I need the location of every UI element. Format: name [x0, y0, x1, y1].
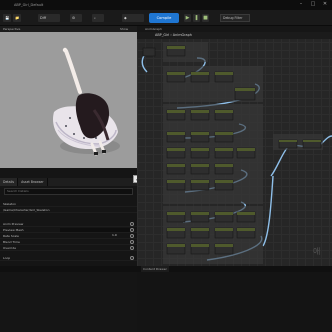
- class-settings-button[interactable]: ◆: [122, 14, 144, 22]
- tab-details[interactable]: Details: [0, 178, 19, 186]
- reset-icon[interactable]: [130, 222, 134, 226]
- reset-icon[interactable]: [130, 256, 134, 260]
- details-tabs: Details Asset Browser: [0, 178, 137, 186]
- minimize-icon[interactable]: –: [298, 2, 304, 7]
- content-drawer-button[interactable]: Content Drawer: [141, 266, 169, 272]
- preview-viewport[interactable]: Perspective Show: [0, 26, 137, 168]
- property-label: Blend Time: [3, 240, 20, 244]
- search-button[interactable]: ⌕: [92, 14, 104, 22]
- reset-icon[interactable]: [130, 246, 134, 250]
- compile-button[interactable]: Compile: [149, 13, 179, 23]
- property-label: Anim Preview: [3, 222, 24, 226]
- property-label: Rate Scale: [3, 234, 19, 238]
- property-value[interactable]: [60, 228, 130, 232]
- pause-icon[interactable]: ❚: [193, 14, 200, 22]
- close-icon[interactable]: ✕: [322, 2, 328, 7]
- debug-filter-dropdown[interactable]: Debug Filter: [220, 14, 250, 22]
- browse-button[interactable]: 📁: [13, 14, 21, 22]
- save-button[interactable]: 💾: [3, 14, 11, 22]
- details-panel: Details Asset Browser Search Details Ske…: [0, 168, 137, 332]
- breadcrumb: ABP_Girl › AnimGraph: [137, 32, 332, 39]
- property-label: Skeleton: [3, 202, 16, 206]
- asset-tab[interactable]: ABP_Girl_Default: [14, 3, 43, 7]
- window-controls: – □ ✕: [298, 2, 328, 7]
- play-icon[interactable]: ▶: [184, 14, 191, 22]
- property-label: /Game/Character/Girl_Skeleton: [3, 208, 50, 212]
- property-row[interactable]: Override: [0, 245, 137, 251]
- property-label: Loop: [3, 256, 11, 260]
- details-search-input[interactable]: Search Details: [4, 188, 133, 195]
- anim-graph-canvas[interactable]: [137, 26, 332, 266]
- title-bar: ABP_Girl_Default – □ ✕: [0, 0, 332, 10]
- property-row[interactable]: /Game/Character/Girl_Skeleton: [0, 207, 137, 213]
- property-label: Preview Mesh: [3, 228, 24, 232]
- reset-icon[interactable]: [130, 234, 134, 238]
- diff-button[interactable]: Diff: [38, 14, 60, 22]
- reset-icon[interactable]: [130, 240, 134, 244]
- reset-icon[interactable]: [130, 228, 134, 232]
- graph-nodes: [141, 42, 332, 264]
- main-toolbar: 💾 📁 Diff ⚙ ⌕ ◆ Compile ▶ ❚ ■ Debug Filte…: [0, 10, 332, 26]
- watermark-glyph: 애: [313, 247, 321, 256]
- rate-scale-value[interactable]: 1.0: [112, 233, 117, 237]
- character-preview-image: [53, 47, 120, 156]
- maximize-icon[interactable]: □: [310, 2, 316, 7]
- property-label: Override: [3, 246, 16, 250]
- stop-icon[interactable]: ■: [202, 14, 209, 22]
- settings-button[interactable]: ⚙: [70, 14, 82, 22]
- status-bar: Content Drawer: [0, 266, 332, 272]
- tab-asset-browser[interactable]: Asset Browser: [18, 178, 48, 186]
- property-row[interactable]: Loop: [0, 255, 137, 261]
